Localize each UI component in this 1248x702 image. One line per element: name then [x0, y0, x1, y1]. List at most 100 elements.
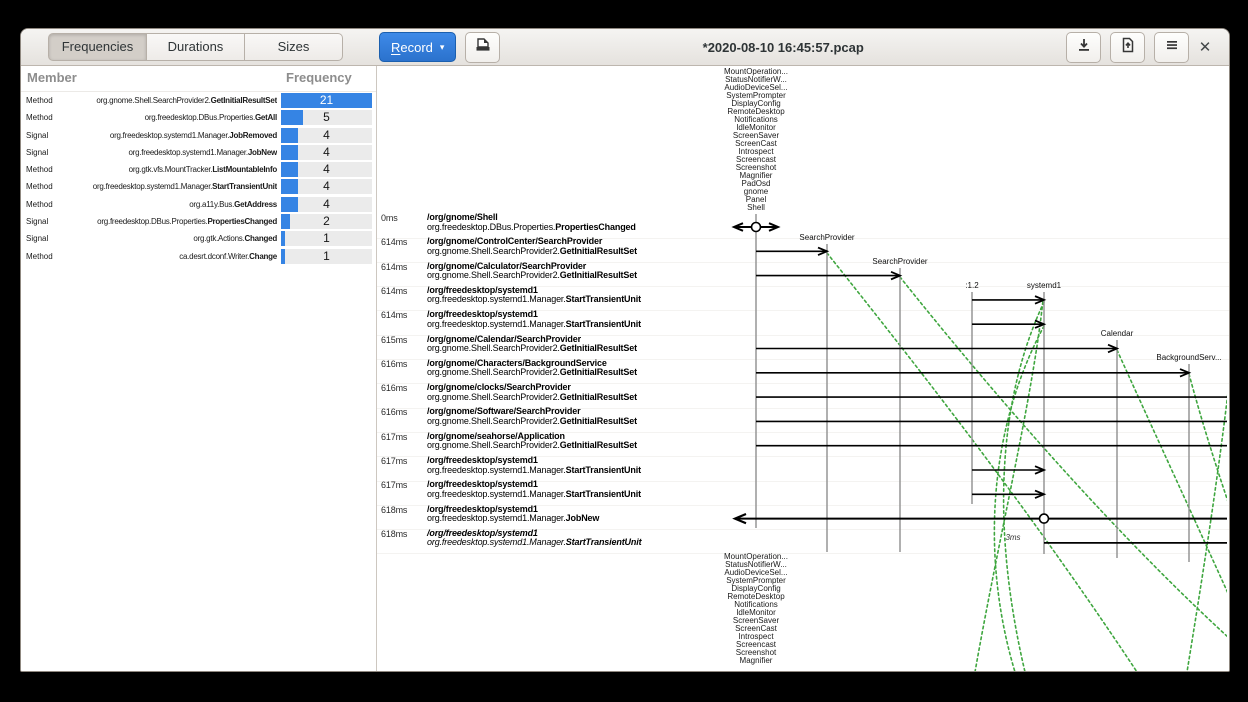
table-row[interactable]: Signalorg.freedesktop.DBus.Properties.Pr…: [21, 213, 376, 230]
message-kind: Method: [26, 165, 53, 174]
save-as-icon: [1120, 37, 1136, 58]
member-name: org.freedesktop.systemd1.Manager.StartTr…: [77, 182, 277, 191]
message-kind: Signal: [26, 234, 48, 243]
list-item[interactable]: 618ms/org/freedesktop/systemd1org.freede…: [377, 505, 1229, 524]
message-timestamp: 617ms: [381, 481, 407, 491]
message-kind: Method: [26, 252, 53, 261]
message-timestamp: 614ms: [381, 263, 407, 273]
list-item[interactable]: 617ms/org/freedesktop/systemd1org.freede…: [377, 480, 1229, 499]
list-item[interactable]: 615ms/org/gnome/Calendar/SearchProvidero…: [377, 335, 1229, 354]
tab-sizes[interactable]: Sizes: [245, 33, 343, 61]
message-member: org.gnome.Shell.SearchProvider2.GetIniti…: [427, 368, 1229, 378]
message-member: org.freedesktop.systemd1.Manager.StartTr…: [427, 490, 1229, 500]
message-member: org.freedesktop.systemd1.Manager.JobNew: [427, 514, 1229, 524]
list-item[interactable]: 617ms/org/freedesktop/systemd1org.freede…: [377, 456, 1229, 475]
menu-button[interactable]: [1154, 32, 1189, 63]
frequency-count: 21: [281, 93, 372, 108]
member-name: org.gnome.Shell.SearchProvider2.GetIniti…: [77, 96, 277, 105]
list-item[interactable]: 617ms/org/gnome/seahorse/Applicationorg.…: [377, 432, 1229, 451]
table-header: Member Frequency: [21, 66, 376, 92]
list-item[interactable]: 616ms/org/gnome/Software/SearchProvidero…: [377, 407, 1229, 426]
message-member: org.freedesktop.systemd1.Manager.StartTr…: [427, 295, 1229, 305]
member-name: org.freedesktop.systemd1.Manager.JobRemo…: [77, 131, 277, 140]
open-file-icon: [475, 37, 491, 58]
view-switcher: Frequencies Durations Sizes: [48, 33, 343, 61]
message-member: org.gnome.Shell.SearchProvider2.GetIniti…: [427, 344, 1229, 354]
main-content: Member Frequency Method org.gnome.Shell.S…: [21, 66, 1229, 671]
column-header-frequency[interactable]: Frequency: [286, 70, 352, 85]
frequency-panel: Member Frequency Method org.gnome.Shell.S…: [21, 66, 377, 671]
lifeline-label-stack-bottom: MountOperation...StatusNotifierW...Audio…: [556, 553, 956, 665]
list-item[interactable]: 614ms/org/freedesktop/systemd1org.freede…: [377, 310, 1229, 329]
message-kind: Method: [26, 182, 53, 191]
lifeline-label: Magnifier: [556, 657, 956, 665]
tab-frequencies[interactable]: Frequencies: [48, 33, 147, 61]
table-row[interactable]: Signal org.freedesktop.systemd1.Manager.J…: [21, 127, 376, 144]
member-name: org.gtk.vfs.MountTracker.ListMountableIn…: [77, 165, 277, 174]
table-row[interactable]: Method org.freedesktop.DBus.Properties.Ge…: [21, 109, 376, 126]
message-timestamp: 618ms: [381, 506, 407, 516]
message-timestamp: 616ms: [381, 360, 407, 370]
message-timestamp: 0ms: [381, 214, 398, 224]
list-item[interactable]: 616ms/org/gnome/Characters/BackgroundSer…: [377, 359, 1229, 378]
message-member: org.freedesktop.systemd1.Manager.StartTr…: [427, 320, 1229, 330]
message-kind: Signal: [26, 148, 48, 157]
tab-durations[interactable]: Durations: [147, 33, 245, 61]
close-icon: ✕: [1199, 38, 1212, 56]
sequence-diagram-panel[interactable]: MountOperation...StatusNotifierW...Audio…: [377, 66, 1229, 671]
record-button[interactable]: Record ▾: [379, 32, 456, 62]
table-row[interactable]: Method org.gnome.Shell.SearchProvider2.Ge…: [21, 92, 376, 109]
lifeline-label: Shell: [556, 204, 956, 212]
header-actions: ✕: [1066, 32, 1221, 63]
message-timestamp: 617ms: [381, 457, 407, 467]
list-item[interactable]: 614ms/org/freedesktop/systemd1org.freede…: [377, 286, 1229, 305]
open-file-button[interactable]: [465, 32, 500, 63]
message-member: org.gnome.Shell.SearchProvider2.GetIniti…: [427, 393, 1229, 403]
member-name: org.gtk.Actions.Changed: [77, 234, 277, 243]
message-timestamp: 616ms: [381, 408, 407, 418]
table-row[interactable]: Method ca.desrt.dconf.Writer.Change 1: [21, 248, 376, 265]
frequency-count: 4: [281, 128, 372, 143]
frequency-table: Method org.gnome.Shell.SearchProvider2.Ge…: [21, 92, 376, 265]
message-member: org.freedesktop.systemd1.Manager.StartTr…: [427, 466, 1229, 476]
list-item[interactable]: 614ms/org/gnome/Calculator/SearchProvide…: [377, 262, 1229, 281]
frequency-count: 4: [281, 197, 372, 212]
table-row[interactable]: Method org.gtk.vfs.MountTracker.ListMount…: [21, 161, 376, 178]
frequency-count: 1: [281, 249, 372, 264]
table-row[interactable]: Signalorg.gtk.Actions.Changed1: [21, 230, 376, 247]
member-name: org.freedesktop.systemd1.Manager.JobNew: [77, 148, 277, 157]
download-button[interactable]: [1066, 32, 1101, 63]
close-button[interactable]: ✕: [1189, 32, 1221, 62]
frequency-count: 4: [281, 145, 372, 160]
table-row[interactable]: Method org.freedesktop.systemd1.Manager.S…: [21, 178, 376, 195]
list-item[interactable]: 616ms/org/gnome/clocks/SearchProviderorg…: [377, 383, 1229, 402]
table-row[interactable]: Methodorg.a11y.Bus.GetAddress4: [21, 196, 376, 213]
list-item[interactable]: 618ms/org/freedesktop/systemd1org.freede…: [377, 529, 1229, 548]
header-bar: Frequencies Durations Sizes Record ▾ *20…: [21, 29, 1229, 66]
frequency-count: 4: [281, 179, 372, 194]
message-kind: Method: [26, 96, 53, 105]
frequency-count: 2: [281, 214, 372, 229]
message-kind: Signal: [26, 131, 48, 140]
table-row[interactable]: Signal org.freedesktop.systemd1.Manager.J…: [21, 144, 376, 161]
member-name: org.freedesktop.DBus.Properties.GetAll: [77, 113, 277, 122]
message-member: org.freedesktop.DBus.Properties.Properti…: [427, 223, 1229, 233]
save-as-button[interactable]: [1110, 32, 1145, 63]
message-kind: Method: [26, 113, 53, 122]
message-timestamp: 614ms: [381, 287, 407, 297]
member-name: org.freedesktop.DBus.Properties.Properti…: [77, 217, 277, 226]
message-member: org.gnome.Shell.SearchProvider2.GetIniti…: [427, 247, 1229, 257]
list-item[interactable]: 614ms/org/gnome/ControlCenter/SearchProv…: [377, 237, 1229, 256]
message-member: org.gnome.Shell.SearchProvider2.GetIniti…: [427, 441, 1229, 451]
column-header-member[interactable]: Member: [27, 70, 77, 85]
message-member: org.gnome.Shell.SearchProvider2.GetIniti…: [427, 417, 1229, 427]
window-title: *2020-08-10 16:45:57.pcap: [500, 40, 1066, 55]
member-name: ca.desrt.dconf.Writer.Change: [77, 252, 277, 261]
message-timestamp: 615ms: [381, 336, 407, 346]
list-item[interactable]: 0ms/org/gnome/Shellorg.freedesktop.DBus.…: [377, 213, 1229, 232]
message-timestamp: 618ms: [381, 530, 407, 540]
download-icon: [1076, 37, 1092, 58]
message-timestamp: 617ms: [381, 433, 407, 443]
frequency-count: 5: [281, 110, 372, 125]
message-timestamp: 614ms: [381, 238, 407, 248]
